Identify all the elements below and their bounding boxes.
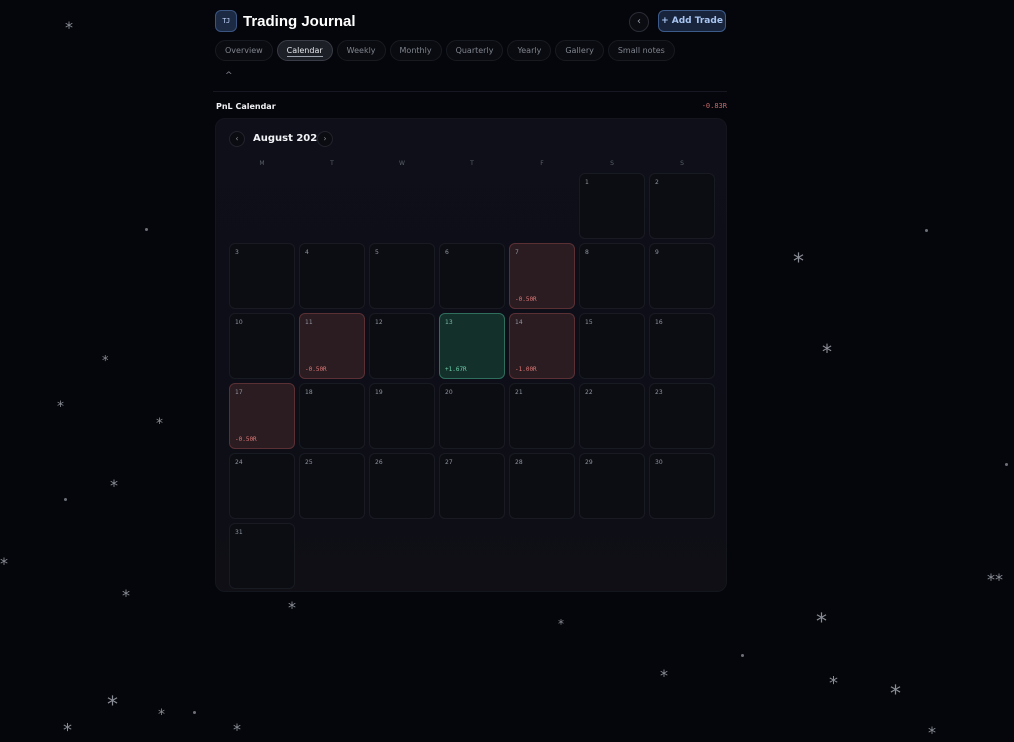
section-title: PnL Calendar [216,102,276,111]
collapse-button[interactable]: ‹ [629,12,649,32]
weekday-label: W [399,160,405,167]
day-number: 15 [585,319,593,326]
calendar-day-cell[interactable]: 23 [649,383,715,449]
weekday-label: F [540,160,544,167]
day-number: 29 [585,459,593,466]
tab-quarterly[interactable]: Quarterly [445,40,504,61]
section-divider [213,91,727,92]
calendar-day-cell[interactable]: 18 [299,383,365,449]
day-number: 18 [305,389,313,396]
page-title: Trading Journal [243,13,356,30]
tab-gallery[interactable]: Gallery [555,40,604,61]
calendar-day-cell[interactable]: 1 [579,173,645,239]
day-number: 22 [585,389,593,396]
day-number: 2 [655,179,659,186]
day-pnl-value: -1.00R [515,366,537,373]
calendar-day-cell[interactable]: 25 [299,453,365,519]
calendar-day-cell[interactable]: 27 [439,453,505,519]
next-month-button[interactable]: › [317,131,333,147]
tab-small-notes[interactable]: Small notes [607,40,675,61]
total-pnl-value: -0.83R [701,102,727,110]
day-number: 3 [235,249,239,256]
day-number: 10 [235,319,243,326]
day-number: 16 [655,319,663,326]
calendar-day-cell[interactable]: 17 -0.50R [229,383,295,449]
calendar-day-cell[interactable]: 26 [369,453,435,519]
view-tabs: Overview Calendar Weekly Monthly Quarter… [215,40,675,62]
weekday-label: T [330,160,334,167]
calendar-day-cell[interactable]: 30 [649,453,715,519]
day-number: 19 [375,389,383,396]
day-number: 24 [235,459,243,466]
journal-logo-icon: TJ [215,10,237,32]
tab-weekly[interactable]: Weekly [336,40,386,61]
day-number: 8 [585,249,589,256]
weekday-label: M [259,160,265,167]
calendar-day-cell[interactable]: 20 [439,383,505,449]
day-number: 14 [515,319,523,326]
prev-month-button[interactable]: ‹ [229,131,245,147]
day-number: 4 [305,249,309,256]
day-number: 28 [515,459,523,466]
weekday-label: S [680,160,684,167]
day-number: 30 [655,459,663,466]
calendar-day-cell[interactable]: 22 [579,383,645,449]
calendar-day-cell[interactable]: 24 [229,453,295,519]
day-number: 23 [655,389,663,396]
calendar-day-cell[interactable]: 12 [369,313,435,379]
day-number: 27 [445,459,453,466]
collapse-caret-icon[interactable]: ^ [225,71,233,81]
day-pnl-value: -0.50R [305,366,327,373]
calendar-day-cell[interactable]: 4 [299,243,365,309]
calendar-day-cell[interactable]: 14 -1.00R [509,313,575,379]
calendar-day-cell[interactable]: 15 [579,313,645,379]
calendar-day-cell[interactable]: 28 [509,453,575,519]
calendar-day-cell[interactable]: 3 [229,243,295,309]
calendar-grid: 1 2 3 4 5 6 7 -0.50R 8 9 10 11 -0.50R 12 13 +1.67R 14 -1.… [229,173,717,589]
calendar-day-cell[interactable]: 29 [579,453,645,519]
day-pnl-value: -0.50R [235,436,257,443]
calendar-day-cell[interactable]: 21 [509,383,575,449]
day-number: 25 [305,459,313,466]
tab-monthly[interactable]: Monthly [389,40,442,61]
weekday-label: S [610,160,614,167]
calendar-day-cell[interactable]: 11 -0.50R [299,313,365,379]
calendar-day-cell[interactable]: 5 [369,243,435,309]
calendar-day-cell[interactable]: 7 -0.50R [509,243,575,309]
day-number: 26 [375,459,383,466]
month-label: August 2026 [253,133,325,144]
pnl-calendar: ‹ August 2026 › MTWTFSS 1 2 3 4 5 6 7 -0.50R 8 9 1… [215,118,727,592]
day-number: 17 [235,389,243,396]
day-number: 11 [305,319,313,326]
calendar-day-cell[interactable]: 9 [649,243,715,309]
day-number: 13 [445,319,453,326]
calendar-day-cell[interactable]: 16 [649,313,715,379]
calendar-day-cell[interactable]: 6 [439,243,505,309]
calendar-day-cell[interactable]: 8 [579,243,645,309]
calendar-day-cell[interactable]: 31 [229,523,295,589]
calendar-day-cell[interactable]: 13 +1.67R [439,313,505,379]
tab-overview[interactable]: Overview [215,40,273,61]
tab-yearly[interactable]: Yearly [507,40,552,61]
day-number: 31 [235,529,243,536]
tab-calendar[interactable]: Calendar [276,40,333,61]
calendar-day-cell[interactable]: 2 [649,173,715,239]
calendar-day-cell[interactable]: 10 [229,313,295,379]
add-trade-button[interactable]: + Add Trade [658,10,726,32]
day-pnl-value: -0.50R [515,296,537,303]
day-number: 20 [445,389,453,396]
weekday-header: MTWTFSS [229,160,717,170]
day-pnl-value: +1.67R [445,366,467,373]
trading-journal-app: TJ Trading Journal ‹ + Add Trade Overvie… [213,4,727,592]
day-number: 6 [445,249,449,256]
day-number: 1 [585,179,589,186]
weekday-label: T [470,160,474,167]
calendar-day-cell[interactable]: 19 [369,383,435,449]
day-number: 9 [655,249,659,256]
day-number: 21 [515,389,523,396]
day-number: 5 [375,249,379,256]
app-header: TJ Trading Journal ‹ + Add Trade [213,4,727,40]
day-number: 12 [375,319,383,326]
day-number: 7 [515,249,519,256]
